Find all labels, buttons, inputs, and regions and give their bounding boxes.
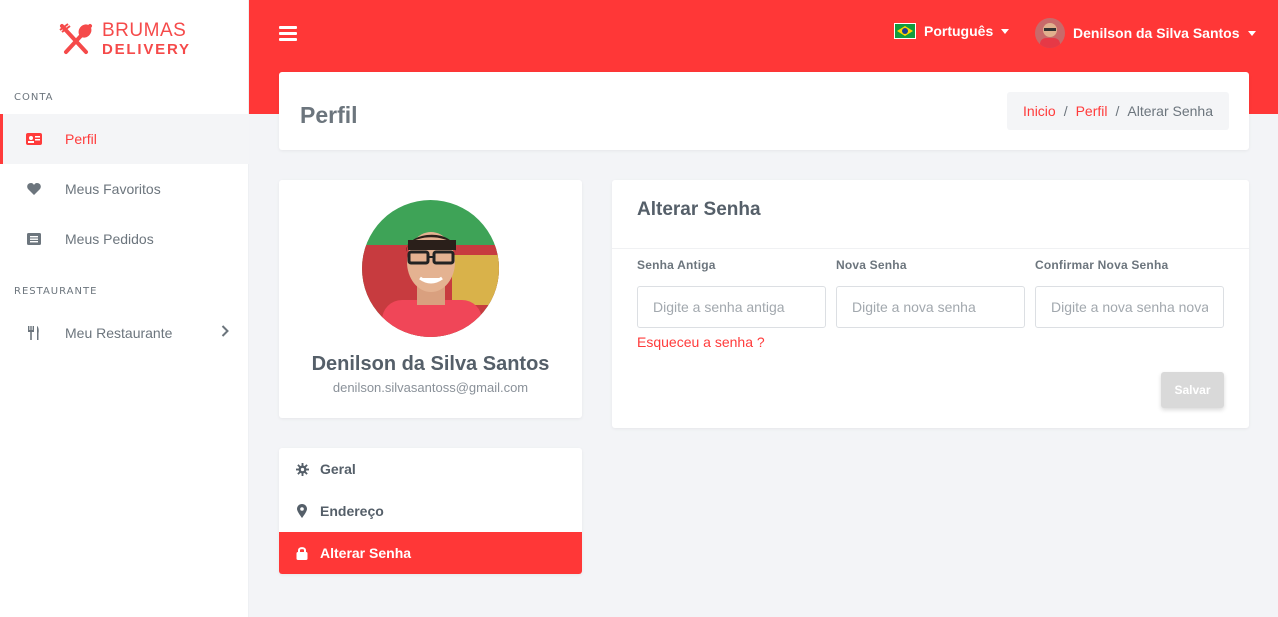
forgot-password-link[interactable]: Esqueceu a senha ? — [637, 334, 765, 350]
change-password-card: Alterar Senha Senha Antiga Nova Senha Co… — [612, 180, 1249, 428]
profile-menu: Geral Endereço Alterar Senha — [279, 448, 582, 574]
breadcrumb-profile-link[interactable]: Perfil — [1076, 103, 1108, 119]
old-password-field[interactable] — [637, 286, 826, 328]
fork-spoon-icon — [59, 23, 92, 54]
id-card-icon — [26, 131, 42, 147]
list-icon — [26, 231, 42, 247]
profile-menu-change-password[interactable]: Alterar Senha — [279, 532, 582, 574]
user-name: Denilson da Silva Santos — [1073, 25, 1240, 41]
menu-toggle-icon[interactable] — [279, 26, 297, 42]
user-menu[interactable]: Denilson da Silva Santos — [1035, 18, 1256, 48]
menu-item-label: Geral — [320, 461, 356, 477]
caret-down-icon — [1001, 28, 1010, 34]
profile-menu-address[interactable]: Endereço — [279, 490, 582, 532]
chevron-right-icon — [221, 325, 229, 337]
breadcrumb: Inicio / Perfil / Alterar Senha — [1007, 92, 1229, 130]
sidebar-item-my-restaurant[interactable]: Meu Restaurante — [0, 308, 249, 358]
sidebar-item-label: Meus Pedidos — [65, 231, 154, 247]
save-button[interactable]: Salvar — [1161, 372, 1224, 408]
confirm-password-group: Confirmar Nova Senha — [1035, 258, 1224, 328]
brand-logo[interactable]: BRUMAS DELIVERY — [58, 20, 198, 62]
page-header: Perfil Inicio / Perfil / Alterar Senha — [279, 72, 1249, 150]
confirm-password-field[interactable] — [1035, 286, 1224, 328]
breadcrumb-separator: / — [1115, 103, 1120, 119]
brand-name-line2: DELIVERY — [102, 41, 191, 58]
caret-down-icon — [1247, 30, 1256, 36]
utensils-icon — [26, 325, 42, 341]
brazil-flag-icon — [894, 23, 916, 39]
confirm-password-label: Confirmar Nova Senha — [1035, 258, 1169, 272]
breadcrumb-current: Alterar Senha — [1127, 103, 1213, 119]
sidebar-item-label: Perfil — [65, 131, 97, 147]
brand-name-line1: BRUMAS — [102, 20, 187, 41]
new-password-field[interactable] — [836, 286, 1025, 328]
map-marker-icon — [295, 504, 309, 518]
sidebar-item-label: Meu Restaurante — [65, 325, 173, 341]
breadcrumb-separator: / — [1063, 103, 1068, 119]
language-selector[interactable]: Português — [894, 23, 1010, 39]
menu-item-label: Endereço — [320, 503, 384, 519]
sidebar-item-favorites[interactable]: Meus Favoritos — [0, 164, 249, 214]
sidebar-item-label: Meus Favoritos — [65, 181, 161, 197]
breadcrumb-home-link[interactable]: Inicio — [1023, 103, 1056, 119]
old-password-group: Senha Antiga — [637, 258, 826, 328]
sidebar-item-orders[interactable]: Meus Pedidos — [0, 214, 249, 264]
language-label: Português — [924, 23, 994, 39]
gear-icon — [295, 462, 309, 476]
profile-name: Denilson da Silva Santos — [311, 353, 550, 375]
new-password-label: Nova Senha — [836, 258, 907, 272]
menu-item-label: Alterar Senha — [320, 545, 412, 561]
heart-icon — [26, 181, 42, 197]
new-password-group: Nova Senha — [836, 258, 1025, 328]
profile-menu-general[interactable]: Geral — [279, 448, 582, 490]
page-title: Perfil — [300, 102, 358, 128]
profile-avatar[interactable] — [362, 200, 499, 337]
lock-icon — [295, 546, 309, 560]
section-title-restaurant: RESTAURANTE — [14, 286, 98, 297]
divider — [612, 248, 1249, 249]
sidebar-item-profile[interactable]: Perfil — [0, 114, 249, 164]
profile-email: denilson.silvasantoss@gmail.com — [332, 380, 529, 395]
sidebar: BRUMAS DELIVERY CONTA Perfil Meus Favori… — [0, 0, 249, 617]
profile-card: Denilson da Silva Santos denilson.silvas… — [279, 180, 582, 418]
card-title: Alterar Senha — [637, 199, 761, 220]
avatar — [1035, 18, 1065, 48]
old-password-label: Senha Antiga — [637, 258, 716, 272]
section-title-account: CONTA — [14, 92, 54, 103]
